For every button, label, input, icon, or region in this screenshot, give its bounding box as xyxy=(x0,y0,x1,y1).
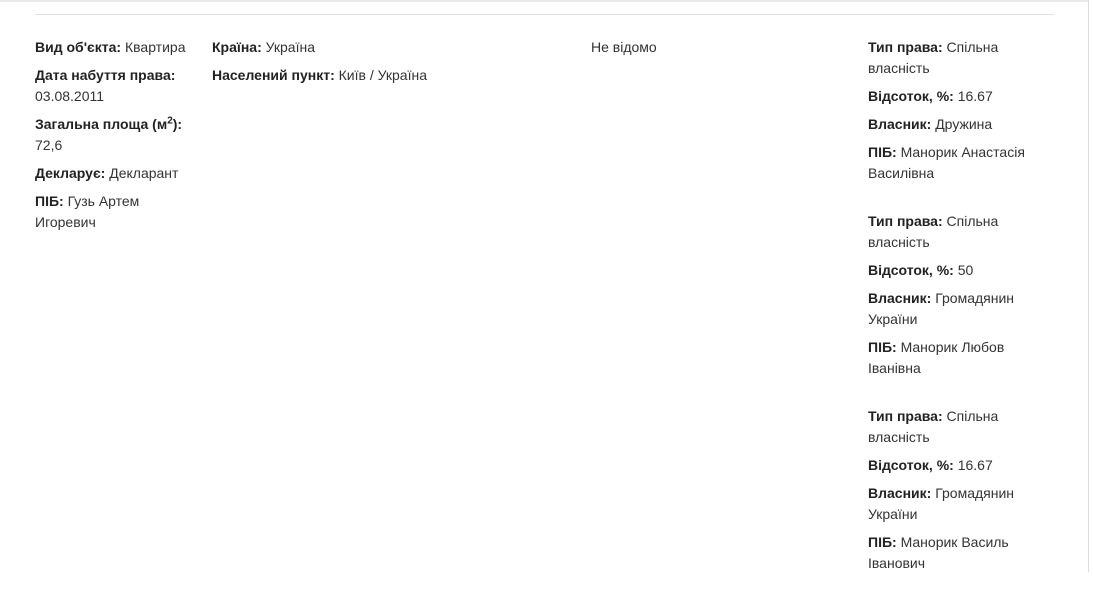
owner-field: Власник: Громадянин України xyxy=(868,483,1058,525)
declarant-name-field: ПІБ: Гузь Артем Игоревич xyxy=(35,191,195,233)
city-field: Населений пункт: Київ / Україна xyxy=(212,65,512,86)
location-column: Країна: Україна Населений пункт: Київ / … xyxy=(212,37,512,93)
right-type-field: Тип права: Спільна власність xyxy=(868,406,1058,448)
share-value: 16.67 xyxy=(957,88,993,104)
owner-name-field: ПІБ: Манорик Анастасія Василівна xyxy=(868,142,1058,184)
cost-value: Не відомо xyxy=(591,39,657,55)
acquired-date-field: Дата набуття права: 03.08.2011 xyxy=(35,65,195,107)
right-type-label: Тип права: xyxy=(868,408,943,424)
rights-column: Тип права: Спільна власність Відсоток, %… xyxy=(868,37,1058,601)
acquired-date-value: 03.08.2011 xyxy=(35,88,105,104)
rights-group: Тип права: Спільна власність Відсоток, %… xyxy=(868,211,1058,379)
owner-field: Власник: Дружина xyxy=(868,114,1058,135)
owner-name-label: ПІБ: xyxy=(868,144,897,160)
share-field: Відсоток, %: 16.67 xyxy=(868,86,1058,107)
city-label: Населений пункт: xyxy=(212,67,335,83)
share-field: Відсоток, %: 50 xyxy=(868,260,1058,281)
country-label: Країна: xyxy=(212,39,262,55)
country-field: Країна: Україна xyxy=(212,37,512,58)
object-type-label: Вид об'єкта: xyxy=(35,39,122,55)
area-label-end: ): xyxy=(172,116,183,132)
declares-value: Декларант xyxy=(109,165,179,181)
area-label-text: Загальна площа (м xyxy=(35,116,168,132)
share-value: 50 xyxy=(957,262,974,278)
top-border xyxy=(0,0,1089,2)
share-value: 16.67 xyxy=(957,457,993,473)
rights-group: Тип права: Спільна власність Відсоток, %… xyxy=(868,37,1058,184)
owner-value: Дружина xyxy=(935,116,993,132)
acquired-date-label: Дата набуття права: xyxy=(35,67,176,83)
property-column: Вид об'єкта: Квартира Дата набуття права… xyxy=(35,37,195,240)
right-type-field: Тип права: Спільна власність xyxy=(868,211,1058,253)
right-border xyxy=(1088,0,1089,572)
owner-name-label: ПІБ: xyxy=(868,534,897,550)
declarant-name-label: ПІБ: xyxy=(35,193,64,209)
city-value: Київ / Україна xyxy=(338,67,427,83)
area-field: Загальна площа (м2): 72,6 xyxy=(35,114,195,156)
share-label: Відсоток, %: xyxy=(868,262,954,278)
share-label: Відсоток, %: xyxy=(868,457,954,473)
owner-label: Власник: xyxy=(868,116,932,132)
right-type-label: Тип права: xyxy=(868,213,943,229)
owner-label: Власник: xyxy=(868,290,932,306)
cost-column: Не відомо xyxy=(591,37,791,65)
country-value: Україна xyxy=(265,39,315,55)
object-type-field: Вид об'єкта: Квартира xyxy=(35,37,195,58)
owner-name-field: ПІБ: Манорик Любов Іванівна xyxy=(868,337,1058,379)
right-type-field: Тип права: Спільна власність xyxy=(868,37,1058,79)
rights-group: Тип права: Спільна власність Відсоток, %… xyxy=(868,406,1058,574)
declares-field: Декларує: Декларант xyxy=(35,163,195,184)
area-value: 72,6 xyxy=(35,137,63,153)
area-label: Загальна площа (м2): xyxy=(35,116,182,132)
owner-name-label: ПІБ: xyxy=(868,339,897,355)
object-type-value: Квартира xyxy=(124,39,186,55)
cost-field: Не відомо xyxy=(591,37,791,58)
owner-name-field: ПІБ: Манорик Василь Іванович xyxy=(868,532,1058,574)
declares-label: Декларує: xyxy=(35,165,106,181)
right-type-label: Тип права: xyxy=(868,39,943,55)
share-label: Відсоток, %: xyxy=(868,88,954,104)
owner-label: Власник: xyxy=(868,485,932,501)
share-field: Відсоток, %: 16.67 xyxy=(868,455,1058,476)
owner-field: Власник: Громадянин України xyxy=(868,288,1058,330)
section-divider xyxy=(35,14,1054,15)
